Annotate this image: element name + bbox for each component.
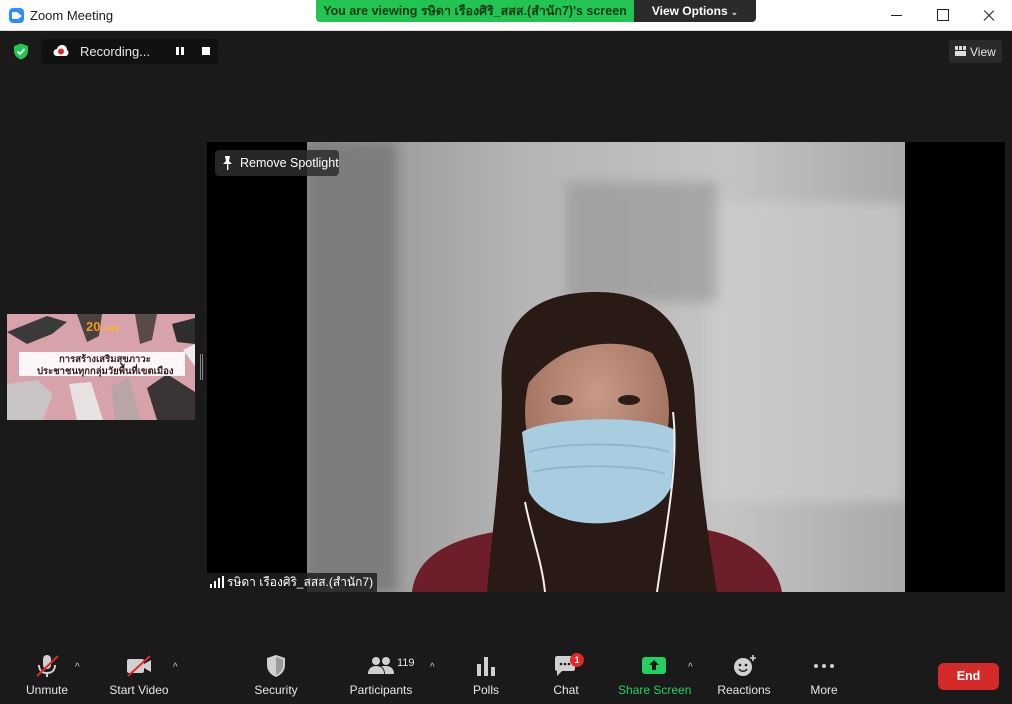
chat-unread-badge: 1	[570, 653, 584, 667]
grid-view-icon	[955, 46, 966, 56]
view-options-button[interactable]: View Options ⌄	[634, 0, 756, 22]
main-video-frame: Remove Spotlight รษิดา เรืองศิริ_สสส.(สำ…	[207, 142, 1005, 592]
participants-count: 119	[397, 657, 415, 669]
slide-logo-text: สสส	[104, 324, 119, 333]
polls-button[interactable]: Polls	[466, 644, 506, 704]
window-title: Zoom Meeting	[30, 8, 114, 23]
more-label: More	[810, 683, 838, 697]
participants-icon	[368, 657, 394, 674]
participants-label: Participants	[349, 683, 413, 697]
panel-resize-handle[interactable]	[200, 354, 203, 380]
participants-options-caret-icon[interactable]: ^	[430, 662, 435, 673]
camera-off-icon	[127, 655, 151, 677]
minimize-button[interactable]	[873, 0, 919, 31]
recording-indicator: Recording...	[41, 39, 218, 64]
remove-spotlight-button[interactable]: Remove Spotlight	[215, 150, 339, 176]
polls-label: Polls	[472, 683, 499, 697]
view-label: View	[970, 45, 996, 59]
slide-logo: 20 สสส	[86, 319, 119, 335]
shared-screen-thumbnail[interactable]: 20 สสส การสร้างเสริมสุขภาวะ ประชาชนทุกกล…	[7, 314, 195, 420]
slide-logo-number: 20	[86, 319, 101, 334]
reactions-emoji-icon	[734, 655, 756, 676]
share-options-caret-icon[interactable]: ^	[688, 662, 693, 673]
security-label: Security	[254, 683, 298, 697]
recording-label: Recording...	[80, 44, 151, 59]
participant-video	[307, 142, 905, 592]
signal-strength-icon	[210, 576, 224, 588]
share-screen-label: Share Screen	[618, 683, 692, 697]
share-screen-icon	[642, 657, 666, 674]
pin-icon	[223, 156, 232, 170]
more-dots-icon	[814, 664, 834, 668]
zoom-logo-icon	[9, 8, 24, 23]
reactions-label: Reactions	[717, 683, 771, 697]
participant-name-tag: รษิดา เรืองศิริ_สสส.(สำนัก7)	[207, 573, 378, 592]
participant-video-image	[307, 142, 905, 592]
security-shield-icon	[267, 655, 285, 677]
start-video-button[interactable]: Start Video	[106, 644, 172, 704]
polls-icon	[477, 657, 495, 676]
stop-recording-icon[interactable]	[202, 47, 210, 55]
cloud-recording-icon	[53, 45, 69, 56]
view-options-label: View Options	[651, 4, 728, 18]
audio-options-caret-icon[interactable]: ^	[75, 662, 80, 673]
unmute-label: Unmute	[25, 683, 69, 697]
encryption-shield-icon[interactable]	[13, 43, 29, 60]
microphone-muted-icon	[36, 655, 59, 677]
more-button[interactable]: More	[804, 644, 844, 704]
start-video-label: Start Video	[109, 683, 169, 697]
pause-recording-icon[interactable]	[175, 46, 185, 56]
close-button[interactable]	[965, 0, 1011, 31]
viewing-screen-text: You are viewing รษิดา เรืองศิริ_สสส.(สำน…	[316, 0, 634, 22]
participant-name: รษิดา เรืองศิริ_สสส.(สำนัก7)	[227, 575, 374, 589]
unmute-button[interactable]: Unmute	[18, 644, 76, 704]
screen-share-banner: You are viewing รษิดา เรืองศิริ_สสส.(สำน…	[316, 0, 756, 22]
slide-title-line2: ประชาชนทุกกลุ่มวัยพื้นที่เขตเมือง	[37, 366, 174, 377]
chat-label: Chat	[553, 683, 579, 697]
reactions-button[interactable]: Reactions	[716, 644, 772, 704]
chevron-down-icon: ⌄	[730, 7, 739, 17]
view-button[interactable]: View	[949, 40, 1002, 63]
share-screen-button[interactable]: Share Screen	[618, 644, 692, 704]
remove-spotlight-label: Remove Spotlight	[240, 156, 339, 170]
video-options-caret-icon[interactable]: ^	[173, 662, 178, 673]
security-button[interactable]: Security	[248, 644, 304, 704]
meeting-toolbar: Unmute ^ Start Video ^ Security Particip…	[0, 644, 1012, 704]
participants-button[interactable]: Participants	[346, 644, 416, 704]
maximize-button[interactable]	[919, 0, 965, 31]
end-meeting-button[interactable]: End	[938, 663, 999, 690]
